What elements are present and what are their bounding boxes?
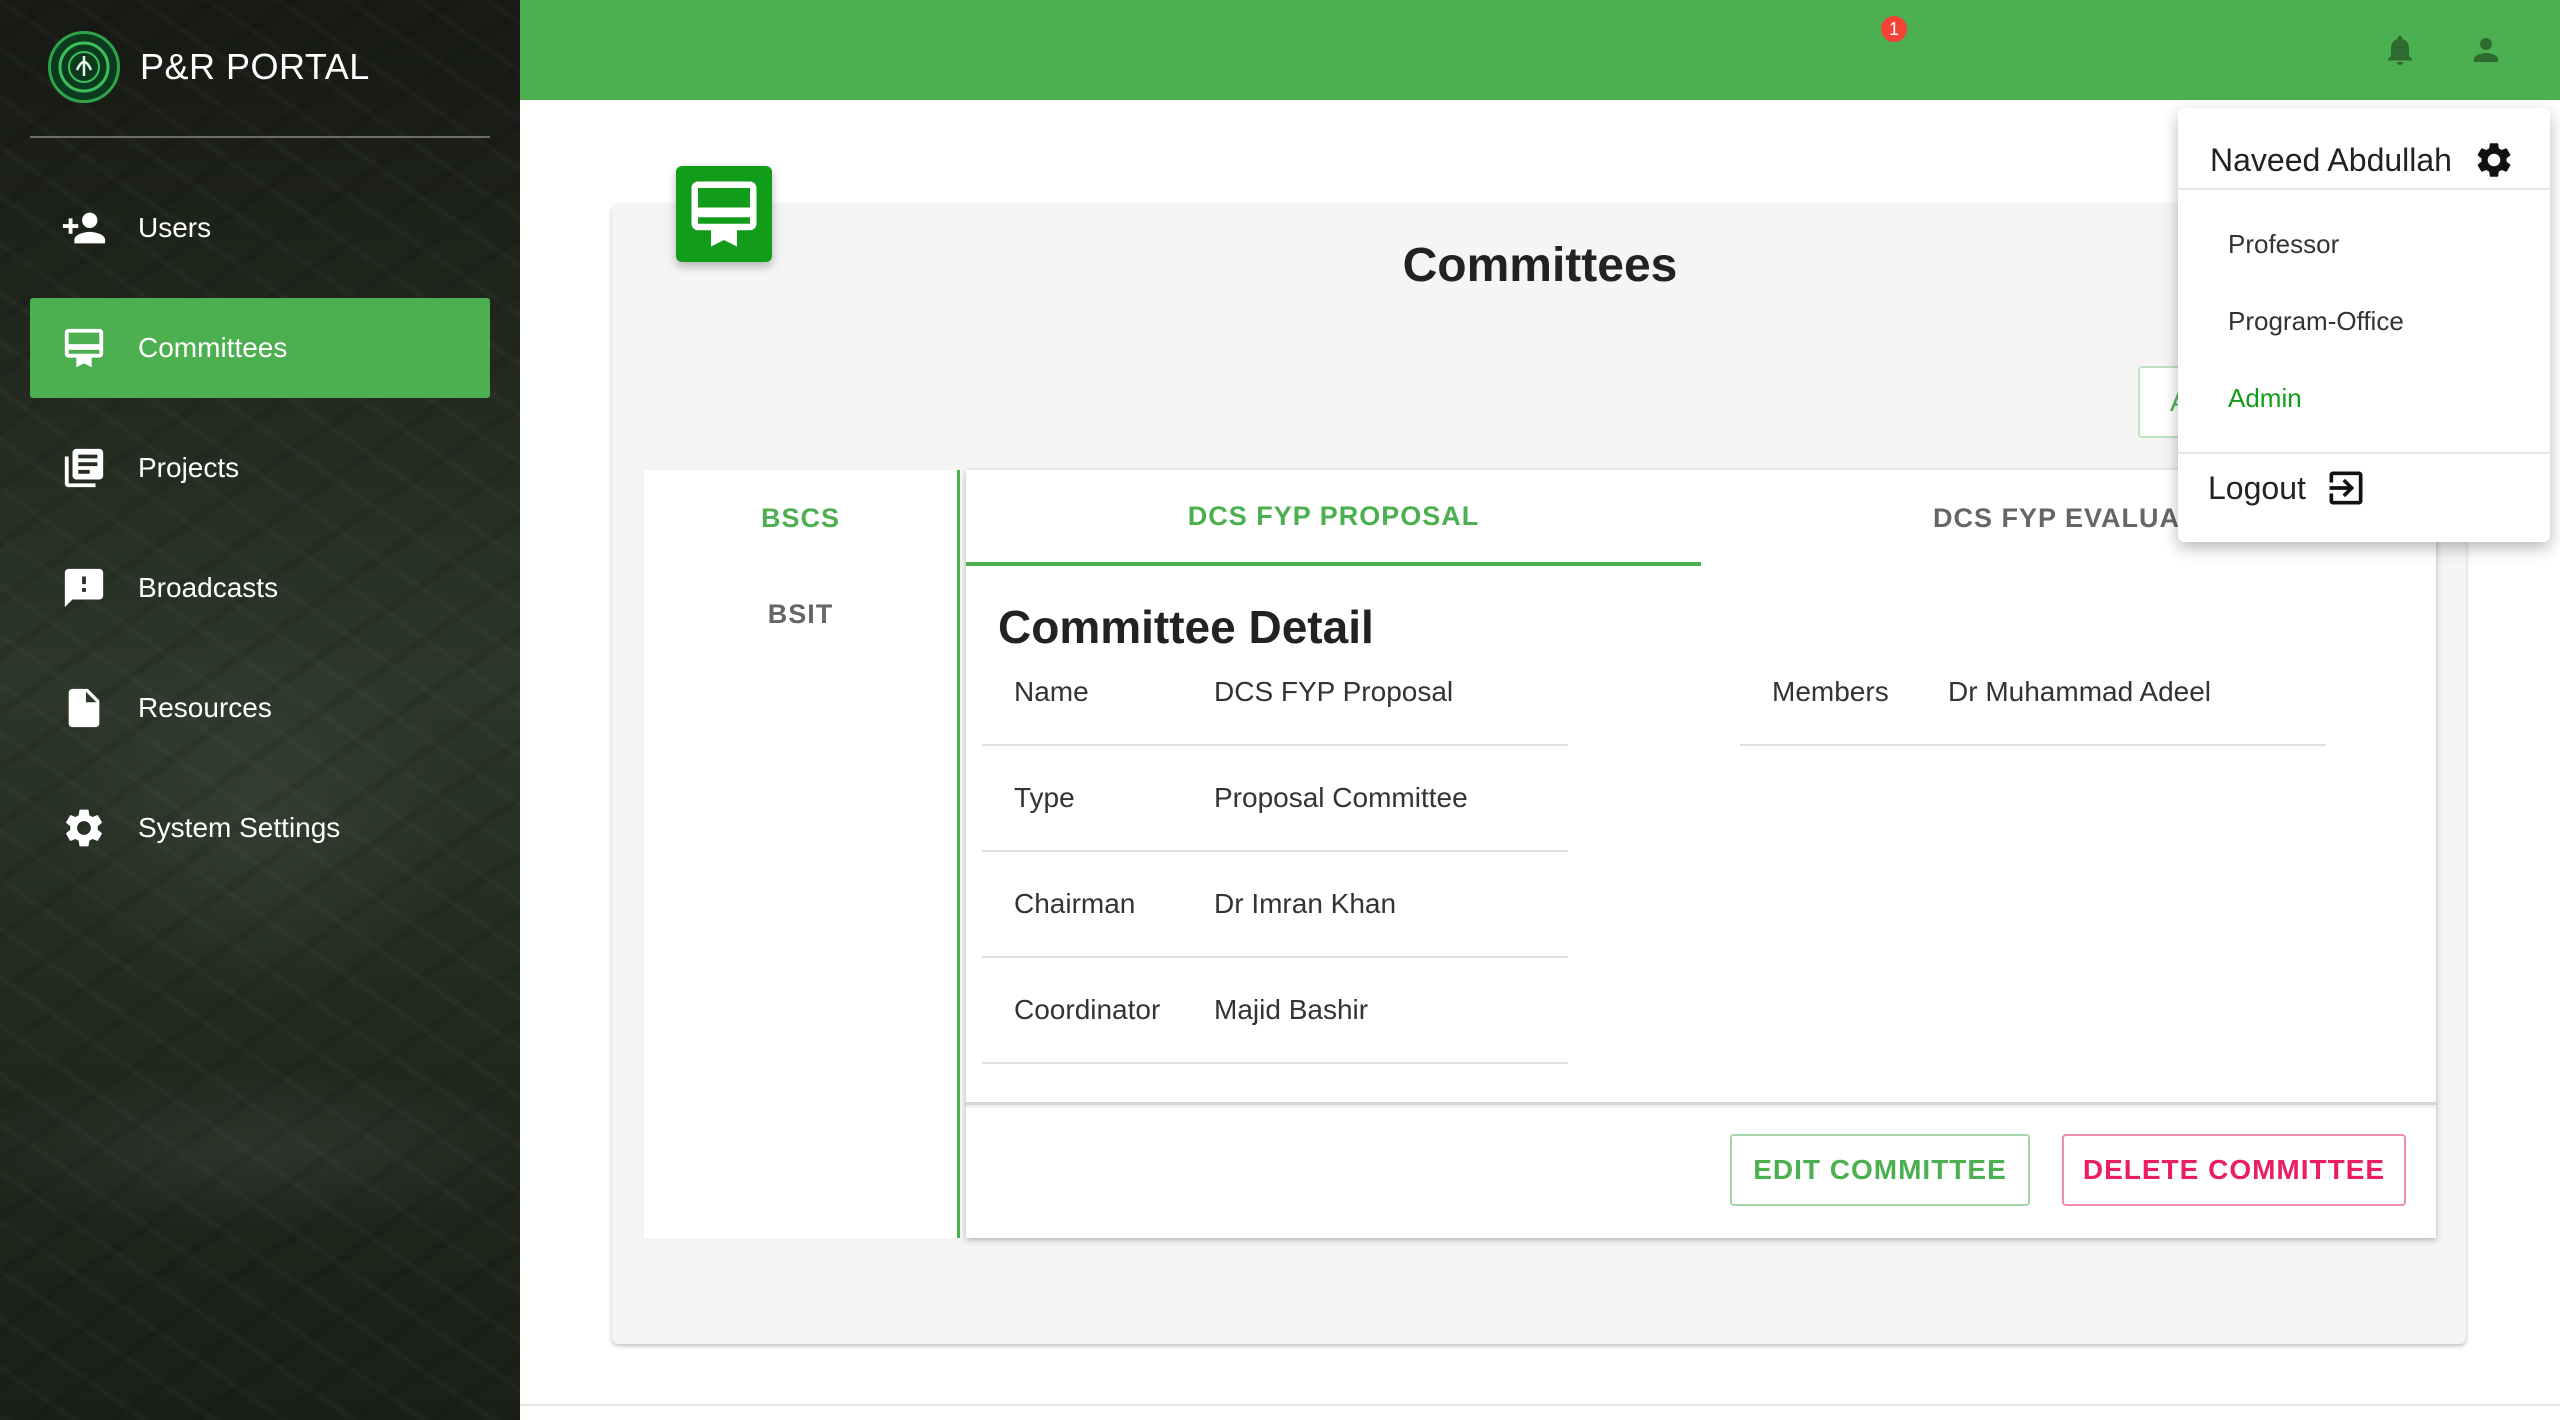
notification-count-badge: 1 bbox=[1879, 14, 1909, 44]
account-button[interactable] bbox=[2464, 28, 2508, 72]
notifications-button[interactable] bbox=[2378, 28, 2422, 72]
sidebar-item-label: System Settings bbox=[138, 812, 341, 843]
feedback-icon bbox=[60, 564, 108, 612]
university-logo bbox=[48, 31, 120, 103]
logout-label: Logout bbox=[2208, 469, 2306, 506]
file-icon bbox=[60, 684, 108, 732]
table-row: Chairman Dr Imran Khan bbox=[982, 852, 1568, 958]
brand[interactable]: P&R PORTAL bbox=[48, 30, 370, 104]
field-value: Dr Imran Khan bbox=[1214, 888, 1397, 919]
committee-panel: DCS FYP PROPOSAL DCS FYP EVALUATI Commit… bbox=[966, 470, 2436, 1238]
sidebar-nav: Users Committees Projects Broadcasts Res… bbox=[30, 178, 490, 898]
panel-divider bbox=[966, 1102, 2436, 1105]
logout-icon bbox=[2329, 471, 2363, 505]
edit-committee-button[interactable]: EDIT COMMITTEE bbox=[1730, 1134, 2030, 1206]
gear-icon[interactable] bbox=[2472, 138, 2516, 182]
bell-icon bbox=[2388, 35, 2412, 65]
sidebar-item-label: Resources bbox=[138, 692, 272, 723]
role-item-admin[interactable]: Admin bbox=[2228, 383, 2302, 414]
sidebar-item-system-settings[interactable]: System Settings bbox=[30, 778, 490, 878]
page-title: Committees bbox=[1402, 239, 1678, 292]
field-value: DCS FYP Proposal bbox=[1214, 676, 1454, 707]
sidebar-item-committees[interactable]: Committees bbox=[30, 298, 490, 398]
user-name: Naveed Abdullah bbox=[2210, 141, 2452, 178]
university-seal-icon bbox=[58, 41, 110, 93]
committee-detail-table: Name DCS FYP Proposal Type Proposal Comm… bbox=[982, 640, 1568, 1064]
gear-icon bbox=[60, 804, 108, 852]
sidebar-item-label: Users bbox=[138, 212, 212, 243]
card-membership-icon bbox=[60, 324, 108, 372]
tab-bsit[interactable]: BSIT bbox=[644, 566, 957, 662]
field-label: Type bbox=[1014, 782, 1075, 813]
menu-divider bbox=[2178, 188, 2550, 190]
field-value: Dr Muhammad Adeel bbox=[1948, 676, 2212, 707]
field-label: Coordinator bbox=[1014, 994, 1161, 1025]
table-row: Coordinator Majid Bashir bbox=[982, 958, 1568, 1064]
sidebar-item-resources[interactable]: Resources bbox=[30, 658, 490, 758]
tab-dcs-fyp-proposal[interactable]: DCS FYP PROPOSAL bbox=[966, 470, 1701, 566]
card-membership-icon bbox=[691, 181, 757, 247]
table-row: Name DCS FYP Proposal bbox=[982, 640, 1568, 746]
sidebar-item-users[interactable]: Users bbox=[30, 178, 490, 278]
field-value: Majid Bashir bbox=[1214, 994, 1369, 1025]
sidebar-item-label: Committees bbox=[138, 332, 288, 363]
field-label: Members bbox=[1772, 676, 1889, 707]
field-label: Chairman bbox=[1014, 888, 1136, 919]
sidebar-item-projects[interactable]: Projects bbox=[30, 418, 490, 518]
role-item-program-office[interactable]: Program-Office bbox=[2228, 306, 2404, 337]
menu-divider bbox=[2178, 452, 2550, 454]
table-row: Type Proposal Committee bbox=[982, 746, 1568, 852]
sidebar-item-label: Projects bbox=[138, 452, 240, 483]
sidebar-divider bbox=[30, 136, 490, 138]
add-user-icon bbox=[60, 204, 108, 252]
field-label: Name bbox=[1014, 676, 1089, 707]
footer-divider bbox=[520, 1404, 2560, 1406]
field-value: Proposal Committee bbox=[1214, 782, 1468, 813]
top-app-bar bbox=[520, 0, 2560, 100]
program-tabs: BSCS BSIT bbox=[644, 470, 960, 1238]
library-books-icon bbox=[60, 444, 108, 492]
app-title: P&R PORTAL bbox=[140, 46, 370, 87]
card-header-icon bbox=[676, 166, 772, 262]
logout-button[interactable]: Logout bbox=[2208, 466, 2368, 510]
person-icon bbox=[2474, 38, 2498, 62]
delete-committee-button[interactable]: DELETE COMMITTEE bbox=[2062, 1134, 2406, 1206]
sidebar: P&R PORTAL Users Committees Projects Bro… bbox=[0, 0, 520, 1420]
user-menu-header[interactable]: Naveed Abdullah bbox=[2210, 132, 2530, 188]
table-row: Members Dr Muhammad Adeel bbox=[1740, 640, 2326, 746]
sidebar-item-broadcasts[interactable]: Broadcasts bbox=[30, 538, 490, 638]
user-menu: Naveed Abdullah Professor Program-Office… bbox=[2178, 108, 2550, 542]
committee-members-table: Members Dr Muhammad Adeel bbox=[1740, 640, 2326, 746]
sidebar-item-label: Broadcasts bbox=[138, 572, 279, 603]
tab-bscs[interactable]: BSCS bbox=[644, 470, 957, 566]
role-item-professor[interactable]: Professor bbox=[2228, 229, 2339, 260]
